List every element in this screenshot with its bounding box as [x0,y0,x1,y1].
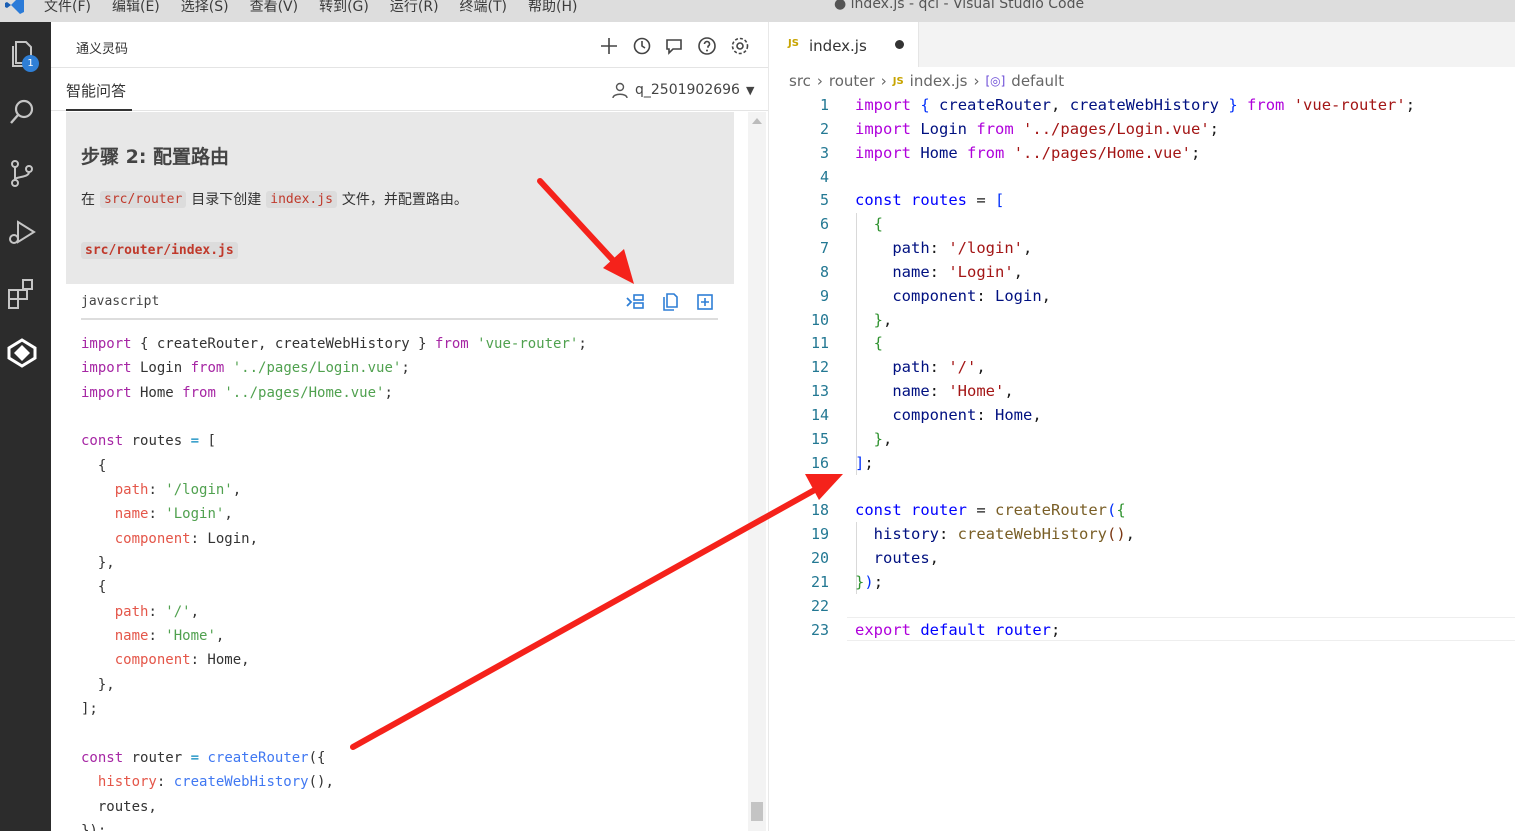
editor-tab-bar: JS index.js [769,22,1515,67]
tab-label: index.js [809,37,867,55]
menu-item[interactable]: 运行(R) [390,0,439,16]
unsaved-dot-icon[interactable] [895,40,904,49]
tongyi-panel: 通义灵码 智能问答 q_2501902696 ▼ 步骤 2: 配置路由 在 sr… [51,22,768,831]
answer-text-block: 步骤 2: 配置路由 在 src/router 目录下创建 index.js 文… [66,112,734,284]
breadcrumb-item[interactable]: router [829,72,875,90]
chevron-right-icon: › [816,72,823,90]
chat-area: 步骤 2: 配置路由 在 src/router 目录下创建 index.js 文… [66,112,734,831]
new-file-icon[interactable] [695,292,715,312]
tongyi-lingma-icon[interactable] [4,335,40,371]
help-icon[interactable] [696,35,718,57]
chevron-right-icon: › [880,72,887,90]
plus-icon[interactable] [598,35,620,57]
window-title: ● index.js - qcl - Visual Studio Code [834,0,1085,12]
step-description: 在 src/router 目录下创建 index.js 文件，并配置路由。 [81,189,468,209]
panel-scrollbar[interactable] [748,112,766,831]
menu-item[interactable]: 帮助(H) [528,0,577,16]
source-control-icon[interactable] [4,155,40,191]
editor-code[interactable]: import { createRouter, createWebHistory … [855,94,1415,642]
scrollbar-thumb[interactable] [751,802,763,821]
step-heading: 步骤 2: 配置路由 [81,146,230,168]
code-editor: JS index.js src › router › JS index.js ›… [768,22,1515,831]
vscode-logo-icon [5,0,24,14]
scroll-up-icon[interactable] [752,118,762,124]
inline-code: src/router [100,190,187,208]
desc-prefix: 在 [81,192,95,208]
symbol-icon: [◎] [985,74,1006,88]
user-menu[interactable]: q_2501902696 ▼ [611,81,754,99]
menu-item[interactable]: 查看(V) [250,0,299,16]
breadcrumb-item[interactable]: src [789,72,811,90]
tab-underline [66,109,132,111]
desc-suffix: 文件，并配置路由。 [341,192,468,208]
activity-bar: 1 [0,22,51,831]
menu-item[interactable]: 终端(T) [460,0,507,16]
search-icon[interactable] [4,94,40,130]
copy-icon[interactable] [661,292,681,312]
menu-item[interactable]: 文件(F) [44,0,91,16]
menu-item[interactable]: 选择(S) [181,0,229,16]
chevron-down-icon: ▼ [745,83,755,97]
js-file-icon: JS [892,75,904,87]
insert-code-icon[interactable] [625,292,645,312]
panel-title: 通义灵码 [76,42,129,57]
breadcrumb: src › router › JS index.js › [◎] default [789,72,1064,90]
breadcrumb-item[interactable]: default [1011,72,1064,90]
panel-tabs: 智能问答 q_2501902696 ▼ [51,69,768,111]
settings-icon[interactable] [729,35,751,57]
history-icon[interactable] [631,35,653,57]
menu-item[interactable]: 编辑(E) [112,0,160,16]
code-block: javascript import { createRouter, create… [66,284,734,831]
code-header-divider [81,318,718,320]
title-bar: 文件(F) 编辑(E) 选择(S) 查看(V) 转到(G) 运行(R) 终端(T) 帮助(H)… [0,0,1515,22]
username: q_2501902696 [635,82,740,98]
code-language: javascript [81,294,160,309]
breadcrumb-item[interactable]: index.js [910,72,968,90]
file-path-label: src/router/index.js [81,242,238,259]
chevron-right-icon: › [973,72,980,90]
inline-code: index.js [266,190,337,208]
explorer-badge: 1 [22,55,39,72]
feedback-icon[interactable] [663,35,685,57]
code-snippet[interactable]: import { createRouter, createWebHistory … [81,332,587,831]
editor-tab-index-js[interactable]: JS index.js [769,22,919,67]
menu-bar: 文件(F) 编辑(E) 选择(S) 查看(V) 转到(G) 运行(R) 终端(T) 帮助(H) [44,0,598,16]
vscode-window: 文件(F) 编辑(E) 选择(S) 查看(V) 转到(G) 运行(R) 终端(T) 帮助(H)… [0,0,1515,831]
user-icon [612,82,628,99]
extensions-icon[interactable] [4,275,40,311]
run-debug-icon[interactable] [4,214,40,250]
line-numbers: 1 2 3 4 5 6 7 8 9 10 11 12 13 14 15 16 1… [810,96,829,639]
panel-header: 通义灵码 [51,22,768,68]
js-file-icon: JS [788,38,799,49]
tab-smart-qa[interactable]: 智能问答 [66,80,126,101]
desc-mid: 目录下创建 [191,192,262,208]
menu-item[interactable]: 转到(G) [319,0,369,16]
